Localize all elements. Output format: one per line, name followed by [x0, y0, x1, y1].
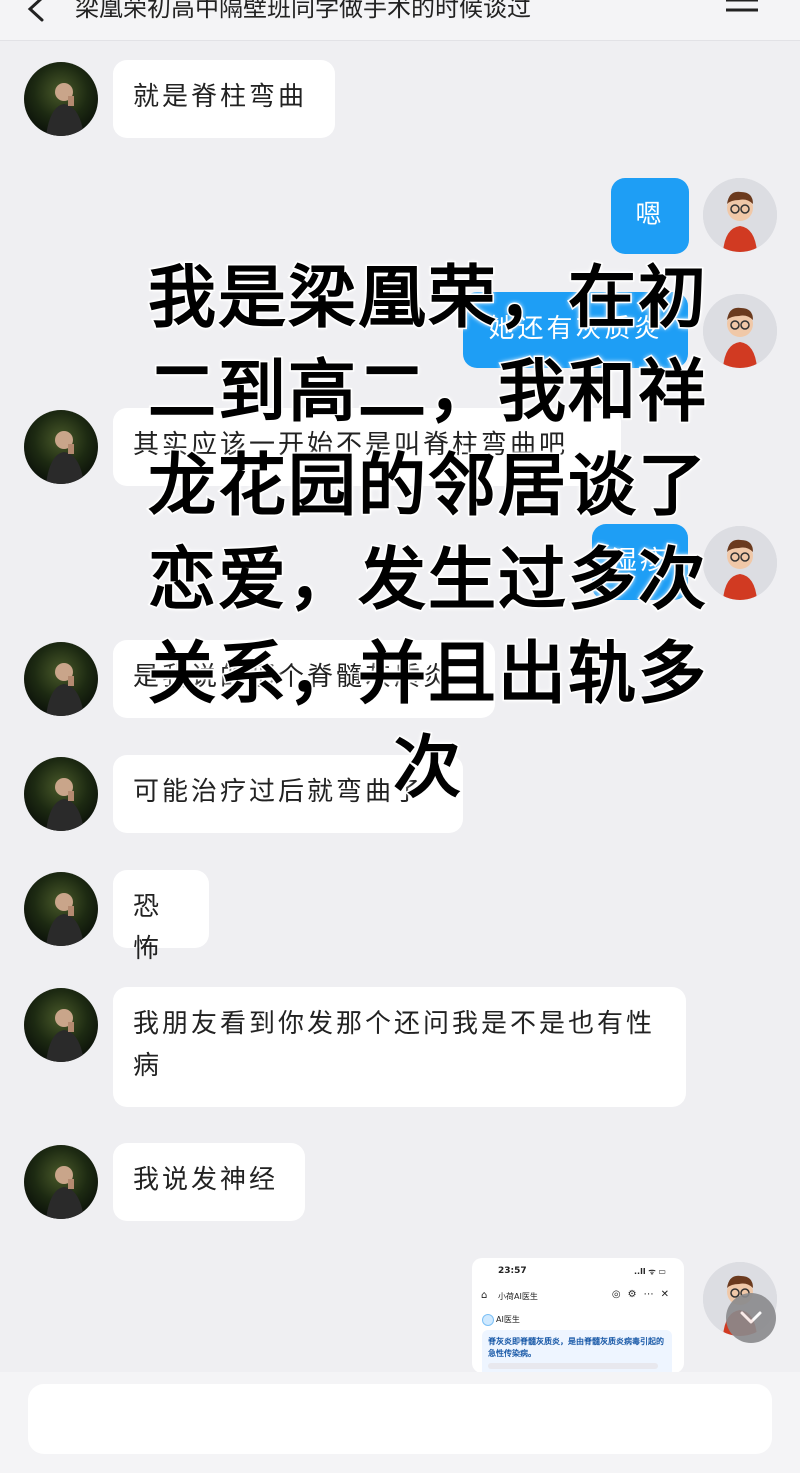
screenshot-status-icons: ..ll ᯤ ▭: [634, 1267, 666, 1276]
screenshot-answer-text: 脊灰炎即脊髓灰质炎，是由脊髓灰质炎病毒引起的急性传染病。: [488, 1337, 664, 1358]
screenshot-ai-label: AI医生: [496, 1315, 520, 1324]
ai-doctor-icon: [482, 1314, 494, 1326]
message-bubble-incoming[interactable]: 恐怖: [113, 870, 209, 964]
contact-avatar[interactable]: [24, 988, 98, 1062]
message-bubble-incoming[interactable]: 就是脊柱弯曲: [113, 60, 335, 138]
message-bubble-incoming[interactable]: 我朋友看到你发那个还问我是不是也有性病: [113, 987, 686, 1107]
chevron-down-icon: [740, 1311, 762, 1324]
contact-avatar[interactable]: [24, 872, 98, 946]
screenshot-time: 23:57: [498, 1266, 527, 1276]
contact-avatar[interactable]: [24, 1145, 98, 1219]
contact-avatar[interactable]: [24, 757, 98, 831]
screenshot-app-title: 小荷AI医生: [498, 1292, 538, 1301]
my-avatar[interactable]: [703, 178, 777, 252]
home-icon: ⌂: [481, 1290, 488, 1301]
hamburger-menu-icon[interactable]: [722, 0, 762, 20]
scroll-to-bottom-button[interactable]: [726, 1293, 776, 1343]
message-input[interactable]: [28, 1384, 772, 1454]
contact-avatar[interactable]: [24, 642, 98, 716]
message-bubble-outgoing[interactable]: 嗯: [611, 178, 689, 254]
contact-avatar[interactable]: [24, 62, 98, 136]
overlay-caption: 我是梁凰荣，在初二到高二，我和祥龙花园的邻居谈了恋爱，发生过多次关系，并且出轨多…: [146, 258, 708, 810]
message-bubble-incoming[interactable]: 我说发神经: [113, 1143, 305, 1221]
screenshot-blurred-line: [488, 1363, 658, 1369]
screenshot-image-message[interactable]: 23:57 ..ll ᯤ ▭ ⌂ 小荷AI医生 ◎⚙⋯✕ AI医生 脊灰炎即脊髓…: [472, 1258, 684, 1373]
chevron-left-icon[interactable]: [22, 0, 52, 24]
screenshot-toolbar-icons: ◎⚙⋯✕: [611, 1289, 676, 1300]
chat-header: 梁凰荣初高中隔壁班同学做手术的时候谈过: [0, 0, 800, 41]
chat-title: 梁凰荣初高中隔壁班同学做手术的时候谈过: [75, 0, 531, 22]
contact-avatar[interactable]: [24, 410, 98, 484]
